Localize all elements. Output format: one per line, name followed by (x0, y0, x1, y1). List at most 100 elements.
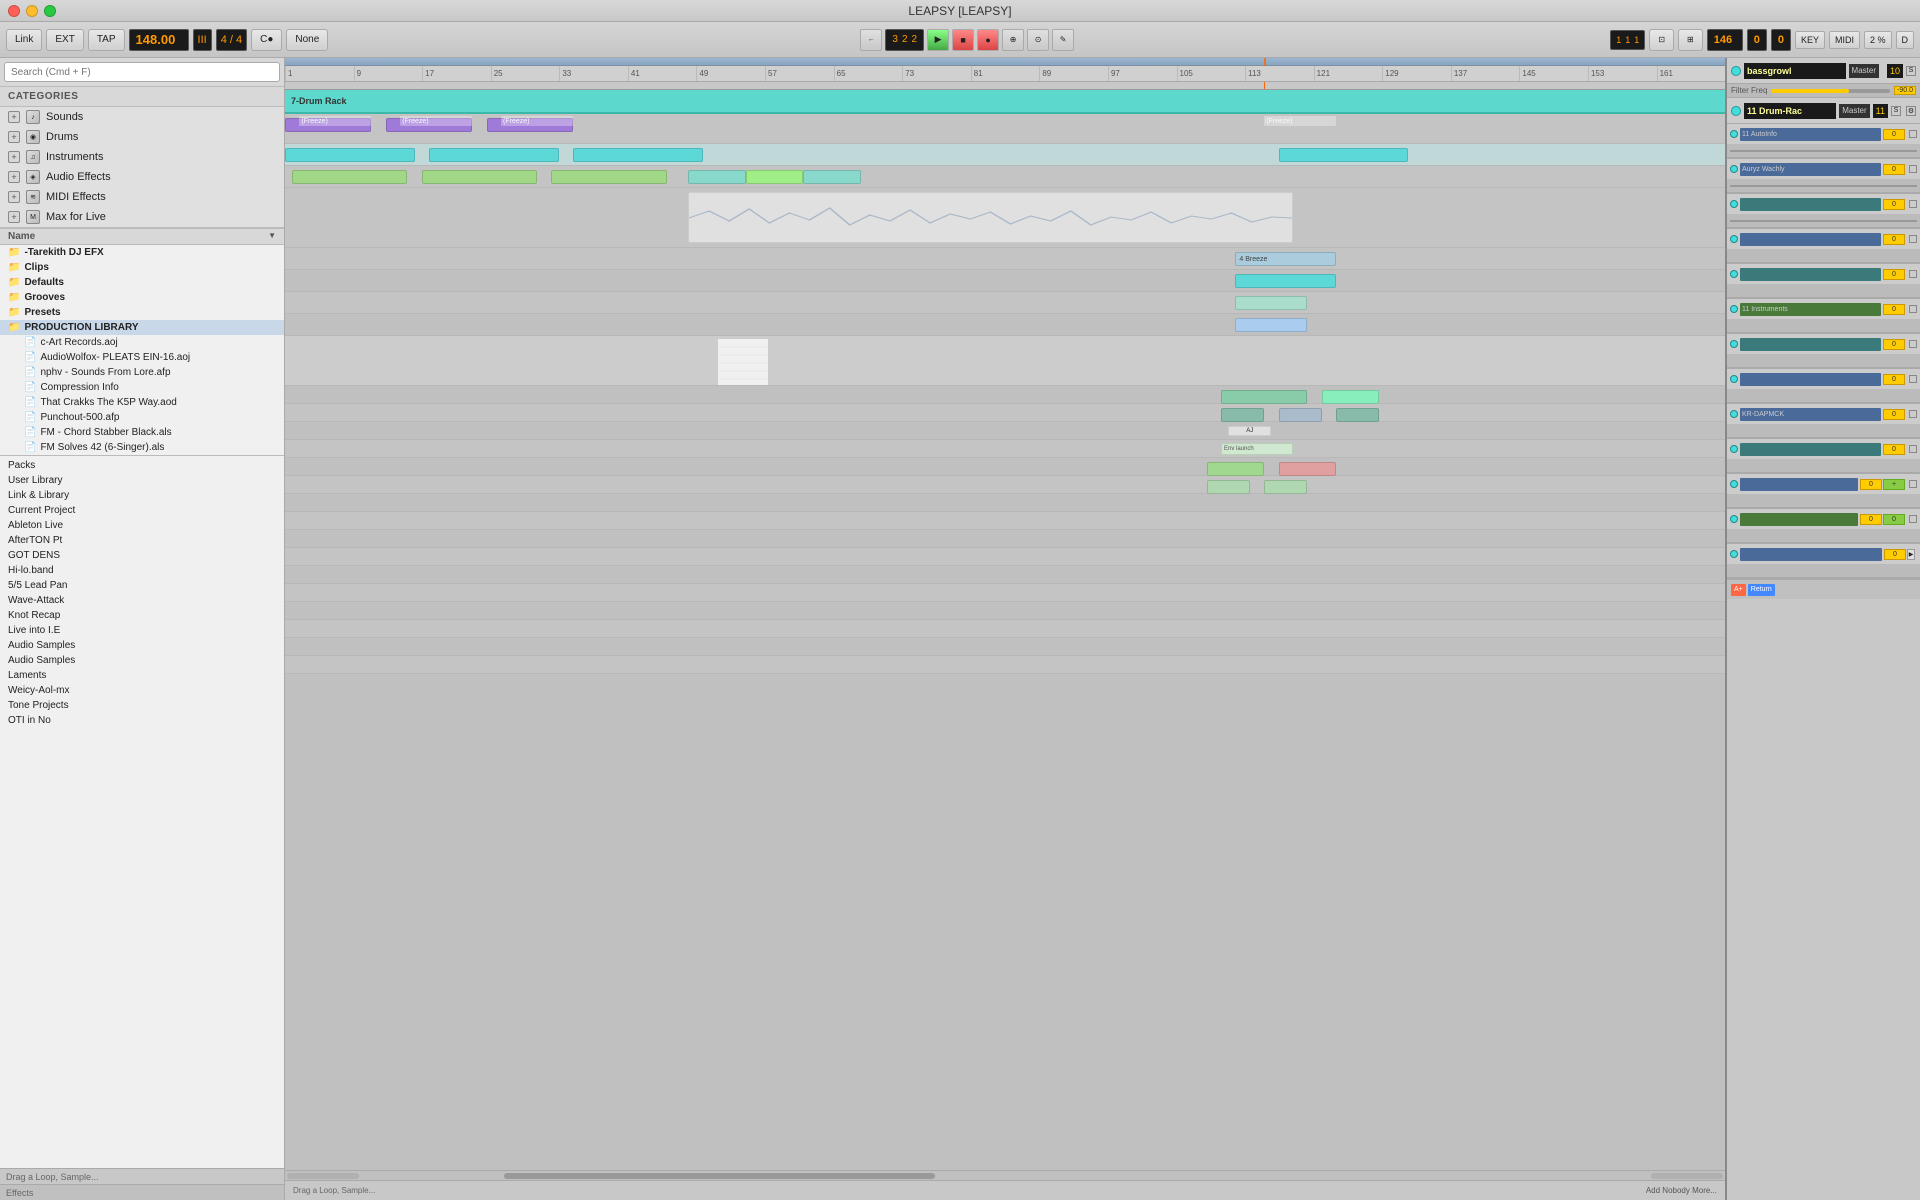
clip-cyan-5[interactable] (1235, 274, 1336, 288)
drum-dest[interactable]: Master (1839, 104, 1869, 118)
close-button[interactable] (8, 5, 20, 17)
back-button[interactable]: ← (860, 29, 882, 51)
clip-breeze[interactable]: 4 Breeze (1235, 252, 1336, 266)
track-btn-g1[interactable] (1909, 445, 1917, 453)
punch-button[interactable]: ⊙ (1027, 29, 1049, 51)
file-item-presets[interactable]: 📁 Presets (0, 305, 284, 320)
focus-btn[interactable]: ⊞ (1678, 29, 1703, 51)
maximize-button[interactable] (44, 5, 56, 17)
places-packs[interactable]: Packs (0, 458, 284, 473)
clip-r-1[interactable] (1279, 462, 1337, 476)
places-link[interactable]: Link & Library (0, 488, 284, 503)
resize-btn[interactable]: ⊡ (1649, 29, 1674, 51)
file-fm-solves[interactable]: 📄 FM Solves 42 (6-Singer).als (16, 440, 284, 455)
add-midi-icon[interactable]: + (8, 191, 20, 203)
places-afterton[interactable]: AfterTON Pt (0, 533, 284, 548)
clip-green-4[interactable] (746, 170, 804, 184)
file-item-production[interactable]: 📁 PRODUCTION LIBRARY (0, 320, 284, 335)
clip-g-1[interactable] (1207, 462, 1265, 476)
record-button[interactable]: ● (977, 29, 999, 51)
quantize-val[interactable]: None (286, 29, 328, 51)
category-drums[interactable]: + ◉ Drums (0, 127, 284, 147)
scroll-right-btn[interactable] (1651, 1173, 1723, 1179)
file-item-tarekith[interactable]: 📁 -Tarekith DJ EFX (0, 245, 284, 260)
clip-teal-1[interactable] (688, 170, 746, 184)
bpm-display[interactable]: 148.00 (129, 29, 189, 51)
window-controls[interactable] (8, 5, 56, 17)
add-drums-icon[interactable]: + (8, 131, 20, 143)
stop-button[interactable]: ■ (952, 29, 974, 51)
drum-collapse[interactable]: S (1891, 106, 1901, 116)
places-oti[interactable]: OTI in No (0, 713, 284, 728)
places-ani[interactable]: Audio Samples (0, 653, 284, 668)
file-item-defaults[interactable]: 📁 Defaults (0, 275, 284, 290)
places-got[interactable]: GOT DENS (0, 548, 284, 563)
drum-val[interactable]: 11 (1873, 104, 1888, 118)
clip-green-5[interactable] (1221, 390, 1307, 404)
minimize-button[interactable] (26, 5, 38, 17)
places-tone[interactable]: Tone Projects (0, 698, 284, 713)
tracks-scroll-area[interactable]: (Freeze) (Freeze) (Freeze) (Freeze) (285, 114, 1725, 1170)
places-wave[interactable]: Wave-Attack (0, 593, 284, 608)
midi-button[interactable]: MIDI (1829, 31, 1860, 49)
clip-sm-3[interactable] (1336, 408, 1379, 422)
category-midi-effects[interactable]: + ≋ MIDI Effects (0, 187, 284, 207)
file-item-clips[interactable]: 📁 Clips (0, 260, 284, 275)
file-item-grooves[interactable]: 📁 Grooves (0, 290, 284, 305)
places-weicy[interactable]: Weicy-Aol-mx (0, 683, 284, 698)
io-button[interactable]: D (1896, 31, 1915, 49)
places-ableton[interactable]: Ableton Live (0, 518, 284, 533)
track-btn-inst[interactable] (1909, 305, 1917, 313)
clip-cyan-1[interactable] (285, 148, 415, 162)
track-btn-3[interactable] (1909, 200, 1917, 208)
category-instruments[interactable]: + ♫ Instruments (0, 147, 284, 167)
device-dest[interactable]: Master (1849, 64, 1879, 78)
file-c-art[interactable]: 📄 c-Art Records.aoj (16, 335, 284, 350)
h-scrollbar[interactable] (285, 1170, 1725, 1180)
places-laments[interactable]: Laments (0, 668, 284, 683)
device-val[interactable]: 10 (1887, 64, 1903, 78)
clip-g-2[interactable] (1207, 480, 1250, 494)
track-btn-g3[interactable] (1909, 515, 1917, 523)
track-btn-1[interactable] (1909, 130, 1917, 138)
tap-button[interactable]: TAP (88, 29, 125, 51)
places-current[interactable]: Current Project (0, 503, 284, 518)
track-btn-8[interactable] (1909, 375, 1917, 383)
add-max-icon[interactable]: + (8, 211, 20, 223)
clip-green-3[interactable] (551, 170, 666, 184)
play-button[interactable]: ▶ (927, 29, 949, 51)
loop-button[interactable]: ⊕ (1002, 29, 1024, 51)
clip-misc-1[interactable] (1235, 296, 1307, 310)
places-audio[interactable]: Audio Samples (0, 638, 284, 653)
file-nphv[interactable]: 📄 nphv - Sounds From Lore.afp (16, 365, 284, 380)
add-inst-icon[interactable]: + (8, 151, 20, 163)
clip-green-6[interactable] (1322, 390, 1380, 404)
track-btn-kr[interactable] (1909, 410, 1917, 418)
add-fx-icon[interactable]: + (8, 171, 20, 183)
category-sounds[interactable]: + ♪ Sounds (0, 107, 284, 127)
category-max[interactable]: + M Max for Live (0, 207, 284, 227)
file-audiowolfox[interactable]: 📄 AudioWolfox- PLEATS EIN-16.aoj (16, 350, 284, 365)
drum-settings[interactable]: ⚙ (1906, 106, 1916, 116)
device-collapse[interactable]: S (1906, 66, 1916, 76)
clip-sm-1[interactable] (1221, 408, 1264, 422)
track-btn-2[interactable] (1909, 165, 1917, 173)
ext-button[interactable]: EXT (46, 29, 83, 51)
track-extra-btn[interactable]: ▶ (1907, 549, 1915, 560)
sort-btn[interactable]: ▼ (268, 231, 276, 242)
track-btn-g2[interactable] (1909, 480, 1917, 488)
clip-cyan-3[interactable] (573, 148, 703, 162)
clip-green-1[interactable] (292, 170, 407, 184)
key-button[interactable]: KEY (1795, 31, 1825, 49)
clip-sm-2[interactable] (1279, 408, 1322, 422)
track-btn-7[interactable] (1909, 340, 1917, 348)
file-punchout[interactable]: 📄 Punchout-500.afp (16, 410, 284, 425)
link-button[interactable]: Link (6, 29, 42, 51)
scroll-left-btn[interactable] (287, 1173, 359, 1179)
filter-slider[interactable] (1771, 89, 1890, 93)
places-user[interactable]: User Library (0, 473, 284, 488)
clip-green-2[interactable] (422, 170, 537, 184)
search-input[interactable] (4, 62, 280, 82)
add-sounds-icon[interactable]: + (8, 111, 20, 123)
clip-teal-2[interactable] (803, 170, 861, 184)
